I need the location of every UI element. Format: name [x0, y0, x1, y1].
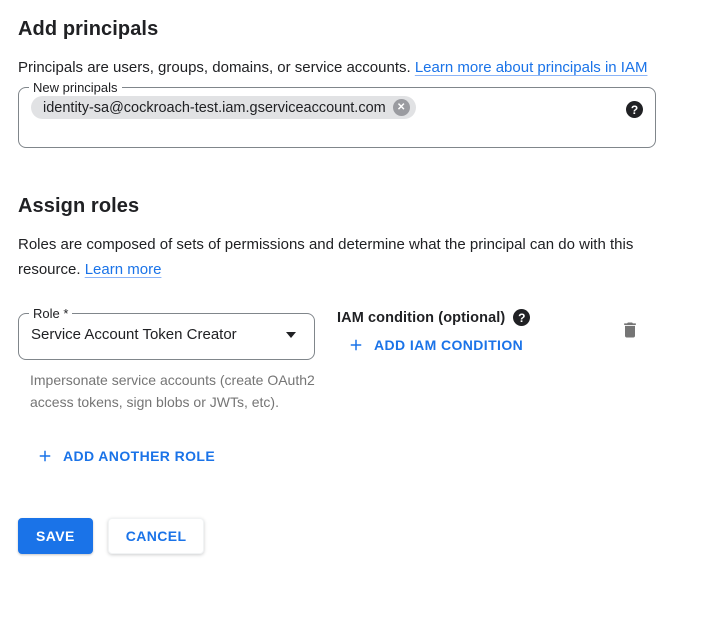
save-button[interactable]: SAVE: [18, 518, 93, 554]
new-principals-input-area[interactable]: identity-sa@cockroach-test.iam.gservicea…: [31, 95, 643, 137]
new-principals-help-icon[interactable]: ?: [626, 101, 643, 118]
iam-condition-label: IAM condition (optional): [337, 310, 505, 326]
page-title: Add principals: [18, 17, 695, 41]
x-circle-icon[interactable]: ✕: [393, 99, 410, 116]
role-select[interactable]: Role * Service Account Token Creator: [18, 306, 315, 360]
iam-condition-column: IAM condition (optional) ? ADD IAM CONDI…: [337, 306, 531, 360]
caret-down-icon: [286, 332, 296, 338]
role-label: Role *: [29, 306, 72, 321]
principals-description-text: Principals are users, groups, domains, o…: [18, 59, 415, 76]
delete-role-column: [618, 306, 642, 345]
role-selected-value: Service Account Token Creator: [31, 326, 237, 343]
new-principals-label: New principals: [29, 80, 122, 95]
dialog-actions: SAVE CANCEL: [18, 518, 695, 554]
add-iam-condition-label: ADD IAM CONDITION: [374, 337, 523, 353]
role-helper-text: Impersonate service accounts (create OAu…: [30, 369, 315, 413]
role-assignment-row: Role * Service Account Token Creator Imp…: [18, 306, 695, 413]
new-principals-field[interactable]: New principals identity-sa@cockroach-tes…: [18, 80, 656, 148]
role-column: Role * Service Account Token Creator Imp…: [18, 306, 315, 413]
add-principals-panel: Add principals Principals are users, gro…: [0, 0, 713, 554]
principal-chip-text: identity-sa@cockroach-test.iam.gservicea…: [43, 100, 386, 116]
assign-roles-title: Assign roles: [18, 194, 695, 218]
learn-more-principals-link[interactable]: Learn more about principals in IAM: [415, 59, 648, 76]
add-iam-condition-button[interactable]: ADD IAM CONDITION: [339, 330, 531, 360]
roles-description: Roles are composed of sets of permission…: [18, 232, 670, 282]
learn-more-roles-link[interactable]: Learn more: [85, 261, 162, 278]
principals-description: Principals are users, groups, domains, o…: [18, 55, 670, 80]
cancel-button[interactable]: CANCEL: [108, 518, 205, 554]
add-another-role-button[interactable]: ADD ANOTHER ROLE: [28, 441, 223, 471]
iam-condition-help-icon[interactable]: ?: [513, 309, 530, 326]
plus-icon: [347, 336, 365, 354]
delete-role-button[interactable]: [618, 318, 642, 345]
principal-chip: identity-sa@cockroach-test.iam.gservicea…: [31, 96, 416, 119]
add-another-role-label: ADD ANOTHER ROLE: [63, 448, 215, 464]
plus-icon: [36, 447, 54, 465]
trash-icon: [620, 320, 640, 343]
